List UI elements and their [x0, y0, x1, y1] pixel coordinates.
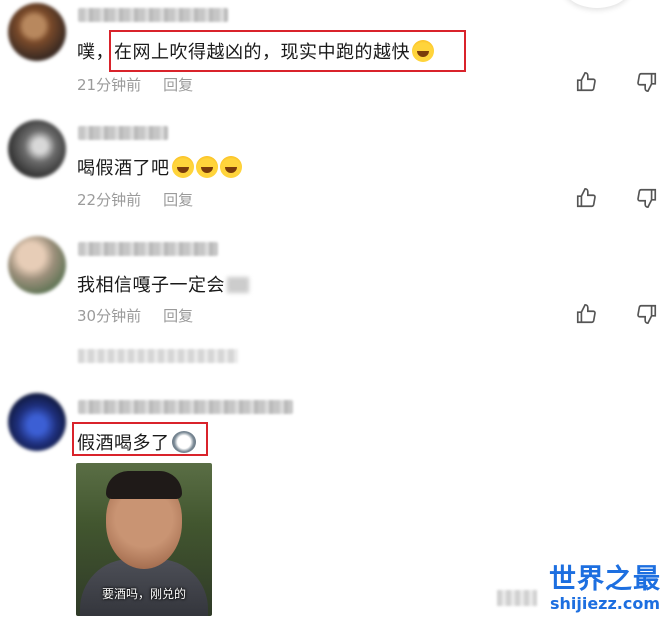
comment-text-1: 噗，在网上吹得越凶的，现实中跑的越快: [77, 38, 434, 64]
comment-text-3: 我相信嘎子一定会: [77, 271, 249, 297]
comment-meta-2: 22分钟前 回复: [77, 189, 193, 210]
timestamp: 22分钟前: [77, 191, 142, 209]
thumbs-up-icon[interactable]: [575, 187, 597, 209]
thumbs-down-icon[interactable]: [636, 187, 658, 209]
thumbs-up-icon[interactable]: [575, 303, 597, 325]
husky-emoji-icon: [171, 431, 196, 453]
comment-text-2: 喝假酒了吧: [77, 154, 242, 180]
comment-meta-3: 30分钟前 回复: [77, 305, 193, 326]
thumbs-up-icon[interactable]: [575, 71, 597, 93]
watermark-url: shijiezz.com: [549, 594, 661, 613]
watermark: 世界之最 shijiezz.com: [549, 565, 661, 613]
laughing-crying-emoji-icon: [219, 156, 242, 178]
thumbs-down-icon[interactable]: [636, 303, 658, 325]
timestamp: 21分钟前: [77, 76, 142, 94]
username-blurred[interactable]: [78, 400, 293, 414]
meme-image[interactable]: 要酒吗，刚兑的: [76, 463, 212, 616]
thumbs-down-icon[interactable]: [636, 71, 658, 93]
username-blurred[interactable]: [78, 242, 218, 256]
timestamp: 30分钟前: [77, 307, 142, 325]
expand-replies-blurred[interactable]: [78, 349, 238, 363]
laughing-crying-emoji-icon: [171, 156, 194, 178]
avatar[interactable]: [8, 393, 66, 451]
meme-caption: 要酒吗，刚兑的: [101, 587, 186, 601]
username-blurred[interactable]: [78, 126, 168, 140]
blurred-text: [497, 590, 537, 606]
comment-meta-1: 21分钟前 回复: [77, 74, 193, 95]
blurred-text: [227, 277, 249, 293]
laughing-crying-emoji-icon: [195, 156, 218, 178]
meme-hair: [106, 471, 182, 499]
avatar[interactable]: [8, 236, 66, 294]
avatar[interactable]: [8, 120, 66, 178]
reply-button[interactable]: 回复: [163, 307, 193, 325]
rofl-emoji-icon: [412, 40, 434, 62]
floating-button[interactable]: [562, 0, 632, 8]
reply-button[interactable]: 回复: [163, 191, 193, 209]
comment-text-4: 假酒喝多了: [77, 429, 196, 455]
username-blurred[interactable]: [78, 8, 228, 22]
watermark-title: 世界之最: [549, 564, 661, 595]
avatar[interactable]: [8, 3, 66, 61]
reply-button[interactable]: 回复: [163, 76, 193, 94]
